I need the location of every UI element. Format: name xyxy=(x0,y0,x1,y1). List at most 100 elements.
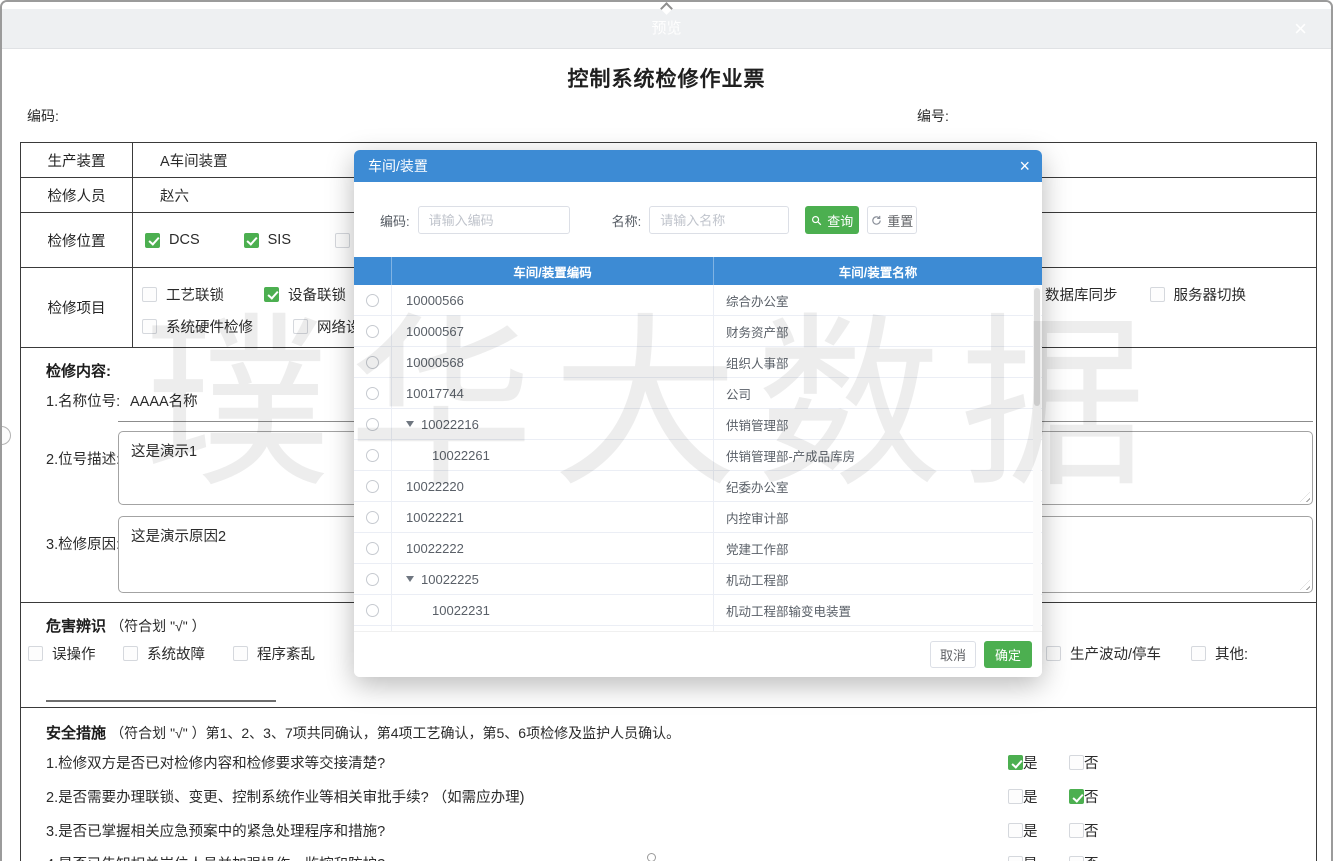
modal-header: 车间/装置 × xyxy=(354,150,1042,182)
section-title: 检修内容: xyxy=(46,360,111,381)
row-radio[interactable] xyxy=(366,356,379,369)
expand-caret-icon[interactable] xyxy=(406,421,414,427)
table-row[interactable]: 10017744 公司 xyxy=(354,378,1042,409)
safety-question: 3.是否已掌握相关应急预案中的紧急处理程序和措施? 是 否 xyxy=(46,820,1316,842)
misoperation-checkbox[interactable] xyxy=(28,646,43,661)
table-row[interactable]: 10000567 财务资产部 xyxy=(354,316,1042,347)
titlebar: 预览 × xyxy=(2,9,1331,49)
modal-table-header: 车间/装置编码 车间/装置名称 xyxy=(354,257,1042,285)
q1-no-checkbox[interactable] xyxy=(1069,755,1084,770)
q3-yes-checkbox[interactable] xyxy=(1008,823,1023,838)
window-close-icon[interactable]: × xyxy=(1294,15,1307,43)
modal-close-icon[interactable]: × xyxy=(1019,157,1030,175)
table-row[interactable]: 10022216 供销管理部 xyxy=(354,409,1042,440)
process-interlock-checkbox[interactable] xyxy=(142,287,157,302)
search-code-label: 编码: xyxy=(380,211,410,230)
program-disorder-checkbox[interactable] xyxy=(233,646,248,661)
q1-yes-checkbox[interactable] xyxy=(1008,755,1023,770)
server-switch-checkbox[interactable] xyxy=(1150,287,1165,302)
row-radio[interactable] xyxy=(366,511,379,524)
row-radio[interactable] xyxy=(366,449,379,462)
modal-table-scrollbar[interactable] xyxy=(1033,286,1041,646)
row-radio[interactable] xyxy=(366,418,379,431)
position-option[interactable]: DCS xyxy=(145,232,200,248)
no-answer[interactable]: 否 xyxy=(1069,820,1099,841)
workshop-device-modal: 车间/装置 × 编码: 名称: 查询 重置 xyxy=(354,150,1042,677)
section-hint: （符合划 "√" ） xyxy=(110,618,205,634)
other-checkbox[interactable] xyxy=(1191,646,1206,661)
hazard-option[interactable]: 其他: xyxy=(1191,643,1248,664)
search-icon xyxy=(811,215,822,226)
sis-checkbox[interactable] xyxy=(244,233,259,248)
no-answer[interactable]: 否 xyxy=(1069,752,1099,773)
network-device-checkbox[interactable] xyxy=(293,319,308,334)
cancel-button[interactable]: 取消 xyxy=(930,641,976,668)
row-radio[interactable] xyxy=(366,480,379,493)
table-row[interactable]: 10022231 机动工程部输变电装置 xyxy=(354,595,1042,626)
system-hardware-checkbox[interactable] xyxy=(142,319,157,334)
refresh-icon xyxy=(871,215,882,226)
row-radio[interactable] xyxy=(366,542,379,555)
query-button[interactable]: 查询 xyxy=(805,206,859,234)
section-hint: （符合划 "√" ）第1、2、3、7项共同确认，第4项工艺确认，第5、6项检修及… xyxy=(110,725,680,741)
dcs-checkbox[interactable] xyxy=(145,233,160,248)
other-fill-line xyxy=(46,700,276,702)
table-row[interactable]: 10000566 综合办公室 xyxy=(354,285,1042,316)
hazard-option[interactable]: 生产波动/停车 xyxy=(1046,643,1161,664)
expand-caret-icon[interactable] xyxy=(406,576,414,582)
system-fault-checkbox[interactable] xyxy=(123,646,138,661)
hazard-option[interactable]: 误操作 xyxy=(28,643,96,664)
q2-yes-checkbox[interactable] xyxy=(1008,789,1023,804)
hazard-option[interactable]: 系统故障 xyxy=(123,643,205,664)
table-row[interactable]: 10000568 组织人事部 xyxy=(354,347,1042,378)
production-fluctuation-checkbox[interactable] xyxy=(1046,646,1061,661)
yes-answer[interactable]: 是 xyxy=(1008,820,1038,841)
mini-circle xyxy=(647,853,656,861)
tag-desc-label: 2.位号描述: xyxy=(46,448,120,469)
row-radio[interactable] xyxy=(366,604,379,617)
radio-column-header xyxy=(354,257,392,285)
number-label: 编号: xyxy=(917,106,949,126)
safety-question: 1.检修双方是否已对检修内容和检修要求等交接清楚? 是 否 xyxy=(46,752,1316,774)
position-option[interactable]: SIS xyxy=(244,232,291,248)
project-option[interactable]: 系统硬件检修 xyxy=(142,316,253,337)
project-option[interactable]: 服务器切换 xyxy=(1150,284,1247,305)
preview-window: 预览 × 控制系统检修作业票 编码: 编号: 生产装置 A车间装置 检修人员 赵… xyxy=(0,0,1333,861)
row-radio[interactable] xyxy=(366,325,379,338)
table-row[interactable]: 10022222 党建工作部 xyxy=(354,533,1042,564)
search-name-input[interactable] xyxy=(649,206,789,234)
plc-checkbox[interactable] xyxy=(335,233,350,248)
project-option[interactable]: 设备联锁 xyxy=(264,284,346,305)
confirm-button[interactable]: 确定 xyxy=(984,641,1032,668)
project-option[interactable]: 工艺联锁 xyxy=(142,284,224,305)
table-row[interactable]: 10022225 机动工程部 xyxy=(354,564,1042,595)
row-label: 检修项目 xyxy=(21,268,133,347)
table-row[interactable]: 10022220 纪委办公室 xyxy=(354,471,1042,502)
side-drawer-handle[interactable] xyxy=(0,426,11,445)
yes-answer[interactable]: 是 xyxy=(1008,752,1038,773)
q3-no-checkbox[interactable] xyxy=(1069,823,1084,838)
no-answer[interactable]: 否 xyxy=(1069,853,1099,861)
q2-no-checkbox[interactable] xyxy=(1069,789,1084,804)
safety-question: 4.是否已告知相关岗位人员并加强操作、监控和防护? 是 否 xyxy=(46,853,1316,861)
no-answer[interactable]: 否 xyxy=(1069,786,1099,807)
row-radio[interactable] xyxy=(366,573,379,586)
hazard-option[interactable]: 程序紊乱 xyxy=(233,643,315,664)
code-column-header: 车间/装置编码 xyxy=(392,257,714,285)
search-name-label: 名称: xyxy=(612,211,642,230)
name-column-header: 车间/装置名称 xyxy=(714,257,1042,285)
reset-button[interactable]: 重置 xyxy=(867,206,917,234)
row-radio[interactable] xyxy=(366,387,379,400)
search-code-input[interactable] xyxy=(418,206,570,234)
modal-footer: 取消 确定 xyxy=(354,631,1042,677)
modal-search-bar: 编码: 名称: 查询 重置 xyxy=(380,206,1032,234)
name-tag-value: AAAA名称 xyxy=(130,390,198,411)
modal-table-body: 10000566 综合办公室 10000567 财务资产部 10000568 组… xyxy=(354,285,1042,647)
table-row[interactable]: 10022221 内控审计部 xyxy=(354,502,1042,533)
row-label: 检修人员 xyxy=(21,178,133,212)
yes-answer[interactable]: 是 xyxy=(1008,786,1038,807)
table-row[interactable]: 10022261 供销管理部-产成品库房 xyxy=(354,440,1042,471)
equipment-interlock-checkbox[interactable] xyxy=(264,287,279,302)
yes-answer[interactable]: 是 xyxy=(1008,853,1038,861)
row-radio[interactable] xyxy=(366,294,379,307)
